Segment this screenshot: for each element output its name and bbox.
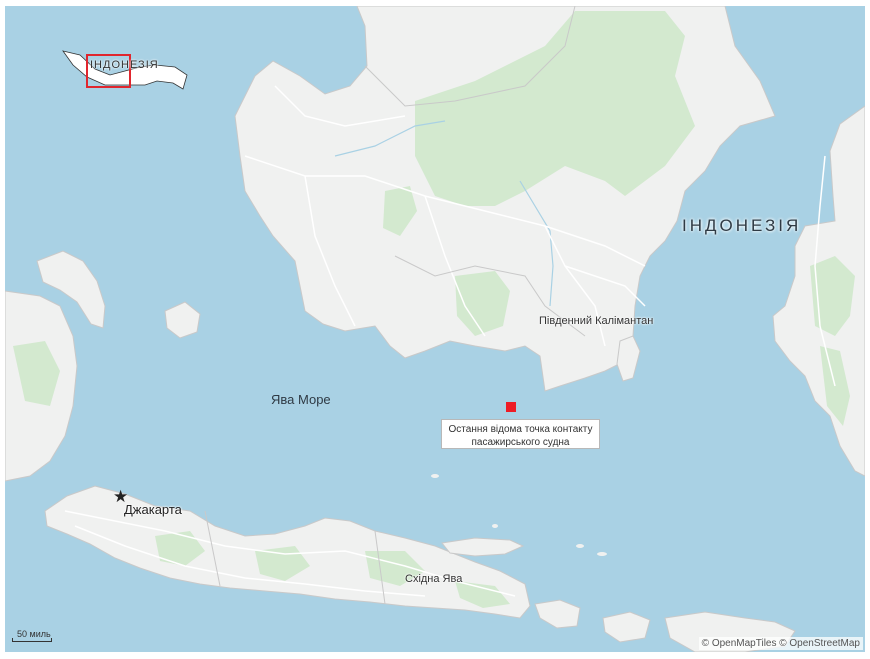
map-canvas[interactable]: ІНДОНЕЗІЯ ІНДОНЕЗІЯ Ява Море Південний К… bbox=[5, 6, 865, 652]
region-label-east-java: Східна Ява bbox=[405, 573, 463, 585]
last-contact-marker[interactable] bbox=[506, 402, 516, 412]
islet bbox=[597, 552, 607, 556]
capital-city-label: Джакарта bbox=[124, 502, 182, 517]
inset-locator-map bbox=[62, 50, 188, 90]
inset-country-label: ІНДОНЕЗІЯ bbox=[90, 59, 159, 71]
map-attribution[interactable]: © OpenMapTiles © OpenStreetMap bbox=[698, 637, 863, 650]
sea-label: Ява Море bbox=[271, 392, 331, 407]
islet bbox=[431, 474, 439, 478]
callout-line-1: Остання відома точка контакту bbox=[448, 424, 593, 435]
callout-line-2: пасажирського судна bbox=[471, 437, 570, 448]
islet bbox=[492, 524, 498, 528]
country-label: ІНДОНЕЗІЯ bbox=[682, 216, 802, 235]
map-base bbox=[5, 6, 865, 652]
scale-bar bbox=[12, 638, 52, 642]
islet bbox=[576, 544, 584, 548]
last-contact-callout: Остання відома точка контакту пасажирськ… bbox=[441, 419, 600, 449]
region-label-south-kalimantan: Південний Калімантан bbox=[539, 315, 654, 327]
